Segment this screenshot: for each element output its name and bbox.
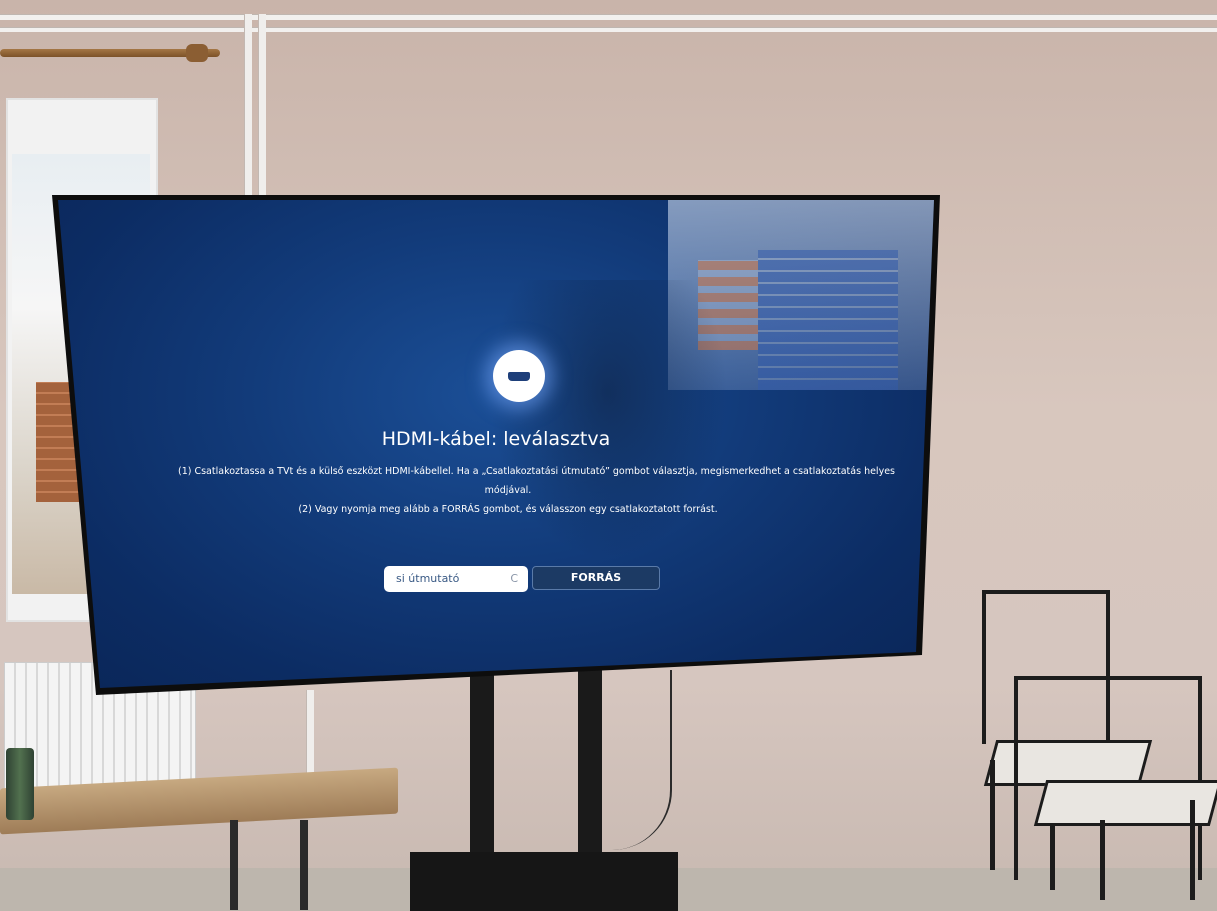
instruction-line: (1) Csatlakoztassa a TVt és a külső eszk… xyxy=(178,466,895,477)
source-button[interactable]: FORRÁS xyxy=(532,566,660,590)
chair-back xyxy=(1014,676,1202,880)
chair-leg xyxy=(1100,820,1105,900)
tv-stand-pole xyxy=(470,670,494,870)
page-title: HDMI-kábel: leválasztva xyxy=(381,428,611,450)
instruction-line: módjával. xyxy=(484,485,532,496)
instruction-line: (2) Vagy nyomja meg alább a FORRÁS gombo… xyxy=(298,504,718,515)
screen-reflection xyxy=(758,250,898,390)
wall-pipe xyxy=(244,14,252,199)
curtain-rod-end xyxy=(186,44,208,62)
bench-leg xyxy=(300,820,308,910)
tv-stand-base xyxy=(410,852,678,911)
power-cable xyxy=(590,670,672,850)
connection-guide-label: si útmutató xyxy=(396,572,460,585)
hdmi-connector-glyph xyxy=(508,371,530,381)
instruction-message: (1) Csatlakoztassa a TVt és a külső eszk… xyxy=(178,462,895,519)
drink-can xyxy=(6,748,34,820)
connection-guide-button[interactable]: si útmutató C xyxy=(384,566,528,592)
ceiling-pipe xyxy=(0,14,1217,20)
action-buttons: si útmutató C FORRÁS xyxy=(384,566,660,592)
bench-leg xyxy=(230,820,238,910)
ceiling-pipe-secondary xyxy=(0,27,1217,32)
chair-leg xyxy=(1190,800,1195,900)
chair-leg xyxy=(990,760,995,870)
hdmi-icon xyxy=(493,350,545,402)
connection-guide-tail: C xyxy=(510,572,518,585)
tv-screen: HDMI-kábel: leválasztva (1) Csatlakoztas… xyxy=(58,200,934,688)
wall-pipe-lower xyxy=(306,690,314,780)
wall-pipe-secondary xyxy=(258,14,266,199)
